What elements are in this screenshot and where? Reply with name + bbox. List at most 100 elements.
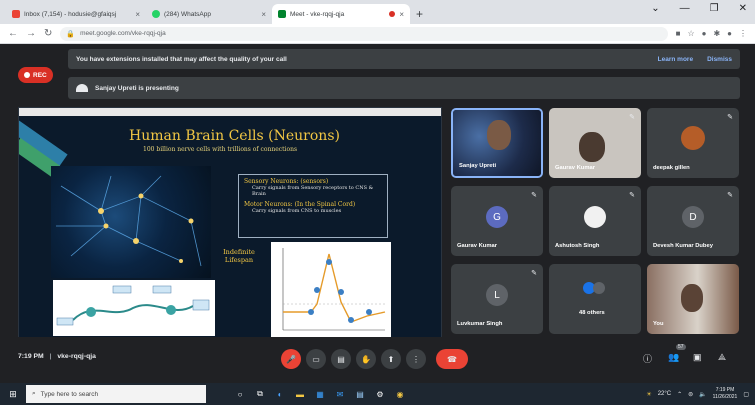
extensions-warning-banner: You have extensions installed that may a…	[68, 49, 740, 69]
extension-icon[interactable]: ●	[702, 29, 707, 38]
app-icon[interactable]: ▤	[350, 383, 370, 405]
windows-start-icon[interactable]: ⊞	[0, 383, 26, 405]
raise-hand-button[interactable]: ✋	[356, 349, 376, 369]
activities-icon[interactable]: ⟁	[718, 352, 726, 363]
network-icon[interactable]: ⊜	[688, 391, 693, 398]
pin-icon[interactable]: ✎	[531, 269, 537, 277]
more-options-icon: ⋮	[412, 354, 420, 364]
tab-title: Meet - vke-rqqj-qja	[290, 10, 345, 18]
neuron-diagram	[53, 280, 215, 336]
edge-icon[interactable]: ◐	[270, 383, 290, 405]
volume-icon[interactable]: 🔈	[699, 391, 706, 398]
neuron-network-image	[51, 166, 211, 278]
search-icon: ⌕	[32, 390, 36, 397]
chevron-up-icon[interactable]: ⌃	[677, 391, 682, 398]
tab-whatsapp[interactable]: (284) WhatsApp ×	[146, 4, 272, 24]
settings-icon[interactable]: ⚙	[370, 383, 390, 405]
store-icon[interactable]: ▦	[310, 383, 330, 405]
presenter-face	[487, 120, 511, 150]
call-controls-bar: 7:19 PM | vke-rqqj-qja 🎤 ▭ ▤ ✋ ⬆ ⋮ ☎ ⓘ 👥…	[0, 337, 755, 383]
puzzle-icon[interactable]: ✱	[713, 29, 720, 38]
learn-more-link[interactable]: Learn more	[658, 56, 693, 63]
notifications-icon[interactable]: ▢	[743, 391, 749, 398]
avatar	[681, 126, 705, 150]
task-view-icon[interactable]: ⧉	[250, 383, 270, 405]
close-icon[interactable]: ×	[135, 10, 140, 19]
screen: Inbox (7,154) - hodusie@gfaiqsj × (284) …	[0, 0, 755, 405]
pin-icon[interactable]: ✎	[727, 191, 733, 199]
participant-tile[interactable]: ✎ Gaurav Kumar	[549, 108, 641, 178]
participant-tile[interactable]: D ✎ Devesh Kumar Dubey	[647, 186, 739, 256]
pin-icon[interactable]: ✎	[629, 191, 635, 199]
participant-name: deepak gillen	[653, 165, 690, 171]
slide-subtitle: 100 billion nerve cells with trillions o…	[143, 146, 298, 153]
end-call-button[interactable]: ☎	[436, 349, 468, 369]
extension-icons: ■ ☆ ● ✱ ● ⋮	[676, 29, 747, 38]
info-icon[interactable]: ⓘ	[643, 352, 652, 365]
back-arrow-icon[interactable]: ←	[8, 28, 18, 39]
participant-name: You	[653, 321, 664, 327]
presenting-bar: Sanjay Upreti is presenting	[68, 77, 740, 99]
clock-time: 7:19 PM	[715, 387, 735, 393]
participant-name: Devesh Kumar Dubey	[653, 243, 713, 249]
window-controls: ⌄ — ❐ ✕	[651, 3, 747, 14]
participant-name: Ashutosh Singh	[555, 243, 600, 249]
taskbar-clock[interactable]: 7:19 PM 11/26/2021	[713, 387, 738, 401]
pin-icon[interactable]: ✎	[531, 191, 537, 199]
motor-bullet: Carry signals from CNS to muscles	[252, 208, 342, 214]
camera-button[interactable]: ▭	[306, 349, 326, 369]
weather-temp: 22°C	[657, 391, 672, 397]
action-potential-graph	[271, 242, 391, 340]
present-button[interactable]: ⬆	[381, 349, 401, 369]
close-icon[interactable]: ×	[399, 10, 404, 19]
captions-button[interactable]: ▤	[331, 349, 351, 369]
neuron-diagram-drawing	[56, 285, 210, 326]
slide-title: Human Brain Cells (Neurons)	[129, 128, 340, 144]
participant-tile-self[interactable]: You	[647, 264, 739, 334]
close-icon[interactable]: ×	[261, 10, 266, 19]
people-icon[interactable]: 👥	[668, 352, 679, 363]
participant-tile[interactable]: ✎ deepak gillen	[647, 108, 739, 178]
participant-tile-others[interactable]: 48 others	[549, 264, 641, 334]
chrome-icon[interactable]: ◉	[390, 383, 410, 405]
participant-name: Gaurav Kumar	[555, 165, 595, 171]
cortana-icon[interactable]: ○	[230, 383, 250, 405]
tab-gmail[interactable]: Inbox (7,154) - hodusie@gfaiqsj ×	[6, 4, 146, 24]
tab-meet[interactable]: Meet - vke-rqqj-qja ×	[272, 4, 410, 24]
address-bar[interactable]: 🔒 meet.google.com/vke-rqqj-qja	[60, 26, 668, 41]
mail-icon[interactable]: ✉	[330, 383, 350, 405]
participant-tile[interactable]: L ✎ Luvkumar Singh	[451, 264, 543, 334]
slide-window-bar	[19, 108, 441, 116]
presenting-text: Sanjay Upreti is presenting	[95, 84, 179, 92]
more-options-button[interactable]: ⋮	[406, 349, 426, 369]
minimize-button[interactable]: —	[680, 3, 690, 14]
taskbar-search[interactable]: ⌕ Type here to search	[26, 385, 206, 403]
pin-icon[interactable]: ✎	[629, 113, 635, 121]
pin-icon[interactable]: ✎	[727, 113, 733, 121]
mic-off-button[interactable]: 🎤	[281, 349, 301, 369]
forward-arrow-icon[interactable]: →	[26, 28, 36, 39]
camera-icon[interactable]: ■	[676, 29, 681, 38]
star-icon[interactable]: ☆	[687, 29, 694, 38]
file-explorer-icon[interactable]: ▬	[290, 383, 310, 405]
profile-avatar-icon[interactable]: ●	[727, 29, 732, 38]
reload-icon[interactable]: ↻	[44, 28, 52, 39]
weather-icon: ☀	[646, 391, 652, 398]
chat-icon[interactable]: ▣	[693, 352, 702, 363]
camera-icon: ▭	[312, 354, 320, 364]
close-window-button[interactable]: ✕	[739, 3, 747, 14]
gmail-icon	[12, 10, 20, 18]
participant-name: Luvkumar Singh	[457, 321, 503, 327]
tab-search-icon[interactable]: ⌄	[651, 3, 659, 14]
meeting-time: 7:19 PM	[18, 353, 44, 360]
maximize-button[interactable]: ❐	[710, 3, 719, 14]
participant-tile[interactable]: G ✎ Gaurav Kumar	[451, 186, 543, 256]
dismiss-button[interactable]: Dismiss	[707, 56, 732, 63]
participant-name: Gaurav Kumar	[457, 243, 497, 249]
new-tab-button[interactable]: +	[416, 4, 423, 24]
participant-tile[interactable]: ✎ Ashutosh Singh	[549, 186, 641, 256]
motor-heading: Motor Neurons: (In the Spinal Cord)	[244, 201, 356, 208]
menu-dots-icon[interactable]: ⋮	[739, 29, 747, 38]
self-face	[681, 284, 703, 312]
participant-tile-presenter[interactable]: Sanjay Upreti	[451, 108, 543, 178]
